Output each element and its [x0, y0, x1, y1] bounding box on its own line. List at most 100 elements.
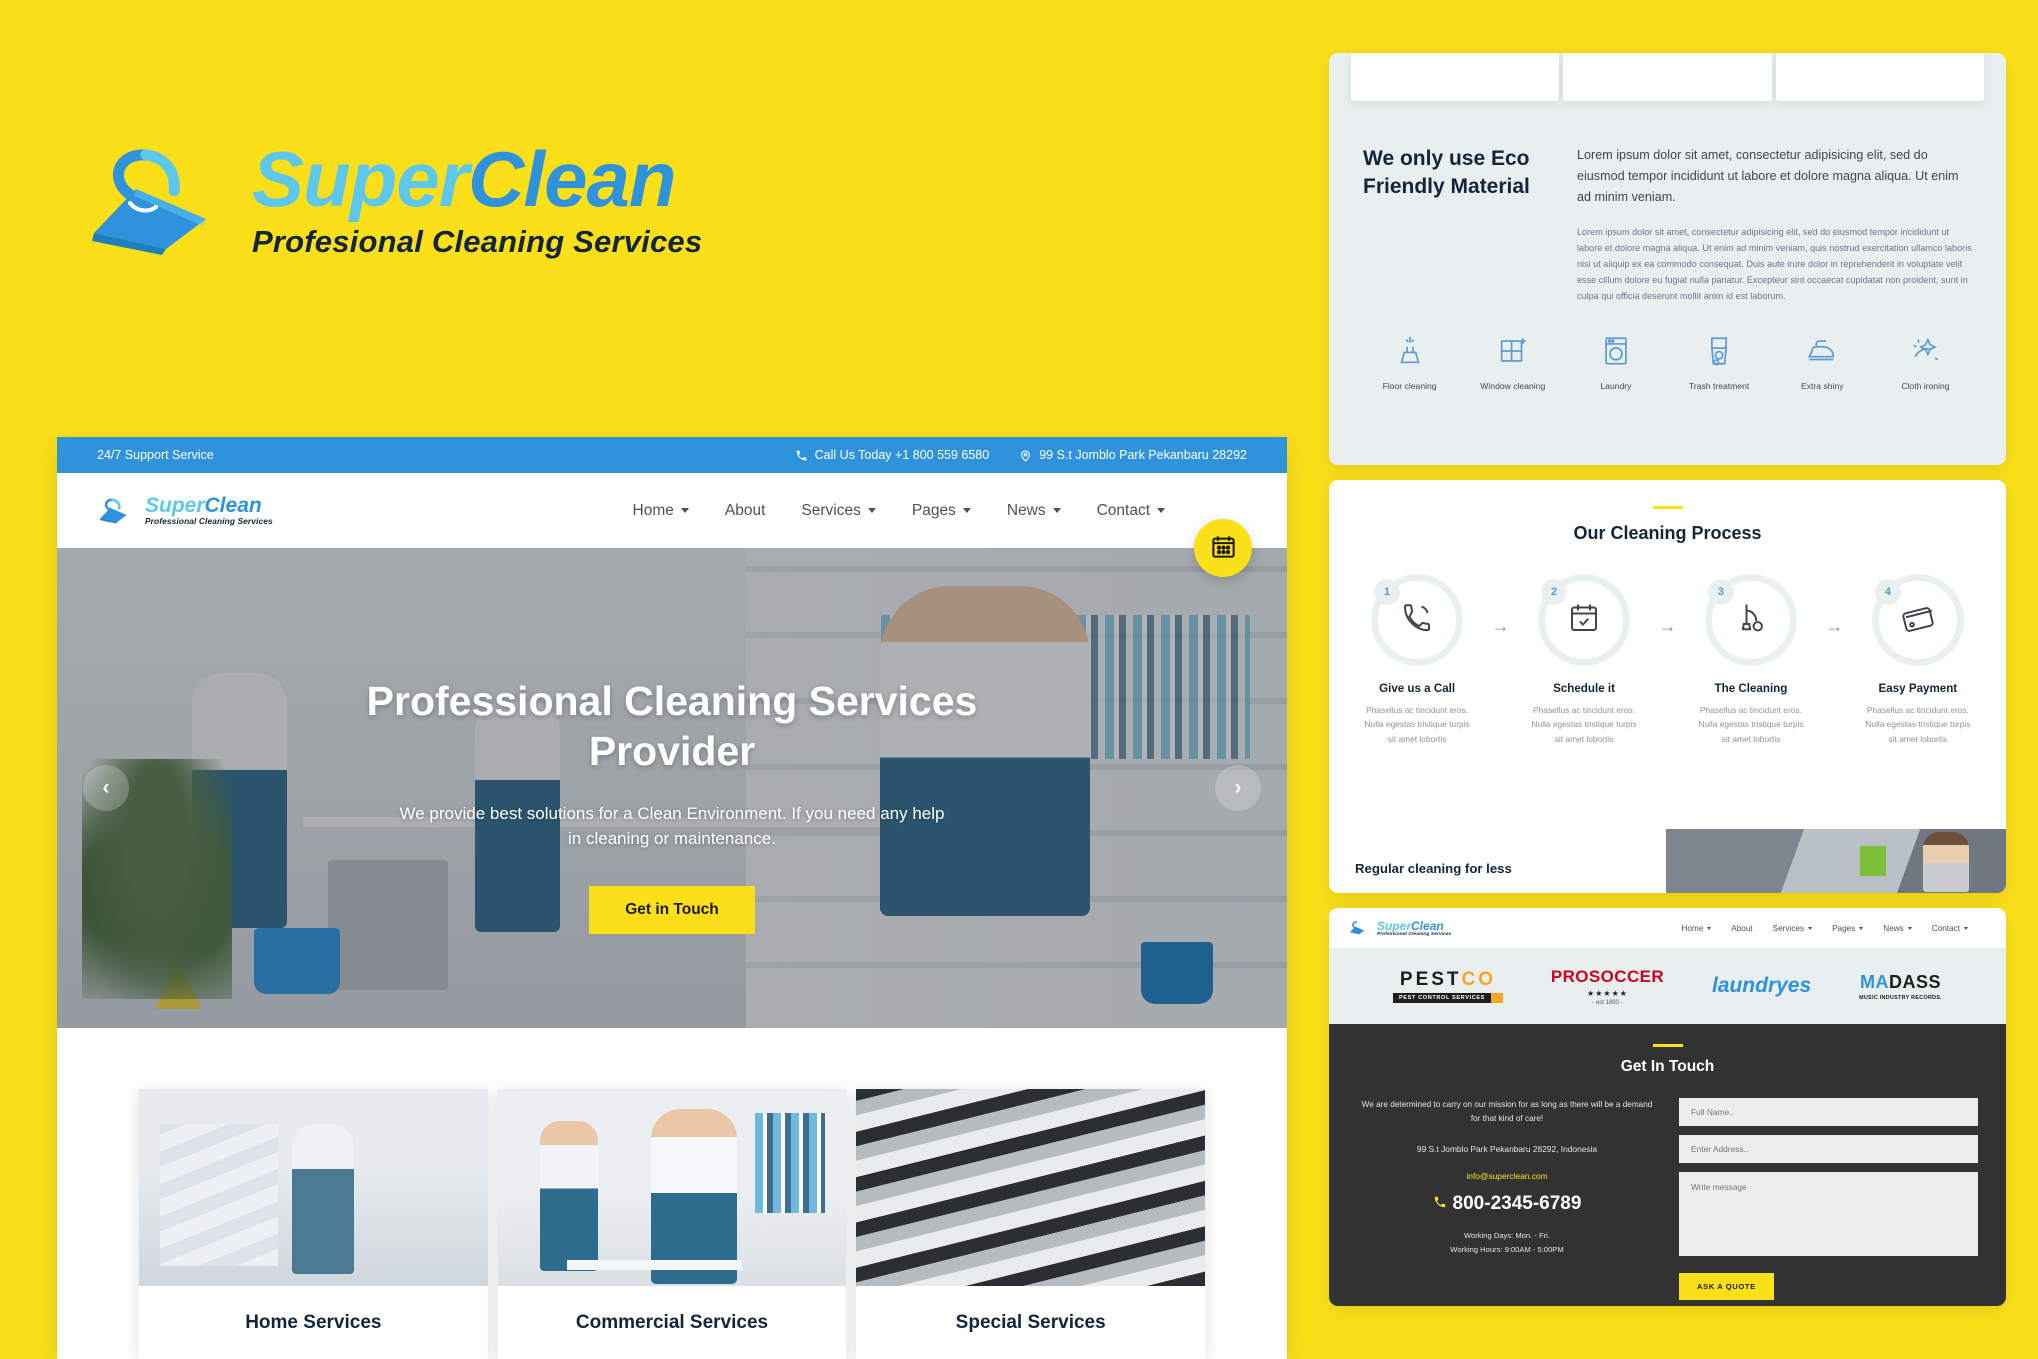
nav-item-about[interactable]: About [725, 502, 766, 520]
slider-prev-button[interactable]: ‹ [83, 765, 129, 811]
phone-call-icon [1399, 600, 1435, 641]
step-number: 3 [1707, 579, 1734, 605]
calendar-button[interactable] [1194, 519, 1252, 577]
contact-form: ASK A QUOTE [1679, 1098, 1978, 1300]
ask-a-quote-button[interactable]: ASK A QUOTE [1679, 1273, 1774, 1300]
mini-brand-part2: Clean [1411, 918, 1444, 933]
madass-subtitle: MUSIC INDUSTRY RECORDS. [1859, 994, 1943, 1001]
nav-item-pages[interactable]: Pages [912, 502, 971, 520]
window-cleaning-icon [1496, 334, 1530, 370]
process-step-payment[interactable]: 4 Easy Payment Phasellus ac tincidunt er… [1856, 574, 1980, 746]
get-in-touch-button[interactable]: Get in Touch [589, 885, 755, 934]
trash-treatment-icon [1702, 334, 1736, 370]
eco-service-icons: Floor cleaning Window cleaning Laundry T… [1329, 304, 2006, 391]
mini-brand-tagline: Professional Cleaning Services [1377, 931, 1452, 937]
chevron-down-icon [1052, 508, 1061, 513]
mini-nav-item-home[interactable]: Home [1681, 924, 1712, 933]
hero-subtitle: We provide best solutions for a Clean En… [399, 804, 945, 849]
iron-icon [1805, 334, 1839, 370]
step-description: Phasellus ac tincidunt eros. Nulla egest… [1364, 705, 1470, 744]
mini-nav-item-about[interactable]: About [1731, 924, 1752, 933]
eco-service-label: Extra shiny [1801, 380, 1844, 391]
service-card-commercial[interactable]: Commercial Services [497, 1089, 847, 1359]
nav-label: News [1006, 501, 1046, 519]
nav-label: Pages [911, 501, 956, 519]
nav-label: Pages [1832, 923, 1856, 933]
step-arrow-icon: → [1491, 616, 1510, 636]
eco-service-trash-treatment[interactable]: Trash treatment [1673, 334, 1766, 391]
nav-label: Contact [1096, 501, 1150, 519]
accent-bar [1652, 1044, 1683, 1047]
mini-nav-item-news[interactable]: News [1883, 924, 1912, 933]
topbar-phone[interactable]: Call Us Today +1 800 559 6580 [795, 448, 989, 462]
client-logos-row: PESTCO PEST CONTROL SERVICES PROSOCCER ★… [1329, 948, 2006, 1024]
eco-service-floor-cleaning[interactable]: Floor cleaning [1363, 334, 1456, 391]
nav-item-services[interactable]: Services [801, 502, 876, 520]
step-title: The Cleaning [1714, 682, 1788, 695]
service-card-image [497, 1089, 847, 1286]
top-card-strip [1329, 53, 2006, 101]
site-navbar: SuperClean Professional Cleaning Service… [57, 473, 1287, 548]
regular-cleaning-label: Regular cleaning for less [1355, 861, 1512, 876]
service-card-home[interactable]: Home Services [139, 1089, 488, 1359]
process-step-cleaning[interactable]: 3 The Cleaning Phasellus ac tincidunt er… [1689, 574, 1813, 746]
nav-brand-part1: Super [145, 494, 205, 517]
mini-nav-item-pages[interactable]: Pages [1832, 923, 1864, 933]
mini-navbar: SuperClean Professional Cleaning Service… [1329, 908, 2006, 948]
prosoccer-name: PROSOCCER [1550, 966, 1665, 986]
process-heading: Our Cleaning Process [1573, 523, 1762, 543]
message-textarea[interactable] [1679, 1172, 1978, 1256]
contact-phone[interactable]: 800-2345-6789 [1357, 1193, 1657, 1215]
step-bubble: 4 [1871, 574, 1964, 666]
step-bubble: 1 [1371, 574, 1464, 666]
process-step-schedule[interactable]: 2 Schedule it Phasellus ac tincidunt ero… [1522, 574, 1646, 746]
eco-service-label: Floor cleaning [1382, 380, 1437, 391]
slider-next-button[interactable]: › [1215, 765, 1261, 811]
service-card-special[interactable]: Special Services [856, 1089, 1206, 1359]
step-arrow-icon: → [1658, 616, 1677, 636]
step-number: 4 [1874, 579, 1901, 605]
eco-service-cloth-ironing[interactable]: Cloth ironing [1879, 334, 1972, 391]
clients-contact-panel: SuperClean Professional Cleaning Service… [1329, 908, 2006, 1306]
full-name-input[interactable] [1679, 1098, 1978, 1126]
step-description: Phasellus ac tincidunt eros. Nulla egest… [1698, 705, 1804, 744]
eco-service-extra-shiny[interactable]: Extra shiny [1776, 334, 1869, 391]
regular-cleaning-band: Regular cleaning for less [1329, 829, 2006, 893]
madass-name-part2: DASS [1889, 971, 1942, 992]
hero-slider: ‹ › Professional Cleaning Services Provi… [57, 548, 1287, 1028]
service-card-title: Special Services [955, 1311, 1106, 1333]
brand-logo-mini[interactable]: SuperClean Professional Cleaning Service… [1349, 920, 1451, 937]
client-logo-madass: MADASS MUSIC INDUSTRY RECORDS. [1859, 972, 1942, 1001]
eco-service-laundry[interactable]: Laundry [1569, 334, 1662, 391]
process-step-call[interactable]: 1 Give us a Call Phasellus ac tincidunt … [1355, 574, 1479, 746]
eco-friendly-panel: We only use Eco Friendly Material Lorem … [1329, 53, 2006, 465]
site-topbar: 24/7 Support Service Call Us Today +1 80… [57, 437, 1287, 473]
mini-nav-item-services[interactable]: Services [1772, 923, 1813, 933]
eco-service-window-cleaning[interactable]: Window cleaning [1466, 334, 1559, 391]
contact-phone-number: 800-2345-6789 [1452, 1192, 1582, 1214]
main-menu: Home About Services Pages News Contact [633, 502, 1165, 520]
nav-item-news[interactable]: News [1007, 502, 1061, 520]
mini-main-menu: Home About Services Pages News Contact [1681, 924, 1968, 933]
mop-icon [99, 497, 139, 524]
chevron-down-icon [680, 508, 689, 513]
service-card-title: Home Services [245, 1311, 382, 1333]
brand-logo-nav[interactable]: SuperClean Professional Cleaning Service… [99, 495, 273, 526]
mini-nav-item-contact[interactable]: Contact [1932, 924, 1968, 933]
chevron-down-icon [1907, 926, 1912, 930]
nav-brand-tagline: Professional Cleaning Services [145, 516, 273, 526]
nav-item-contact[interactable]: Contact [1097, 502, 1165, 520]
chevron-down-icon [1859, 926, 1864, 930]
step-title: Give us a Call [1379, 682, 1456, 695]
laundryes-name: laundryes [1711, 974, 1812, 997]
nav-label: Services [1772, 923, 1805, 933]
address-input[interactable] [1679, 1135, 1978, 1163]
eco-service-label: Laundry [1600, 380, 1632, 391]
chevron-down-icon [867, 508, 876, 513]
madass-name-part1: MA [1860, 971, 1890, 992]
brand-name-part2: Clean [468, 135, 676, 223]
contact-email[interactable]: info@superclean.com [1357, 1171, 1657, 1181]
service-card-image [139, 1089, 488, 1286]
cleaning-process-panel: Our Cleaning Process 1 Give us a Call Ph… [1329, 480, 2006, 893]
nav-item-home[interactable]: Home [633, 502, 689, 520]
